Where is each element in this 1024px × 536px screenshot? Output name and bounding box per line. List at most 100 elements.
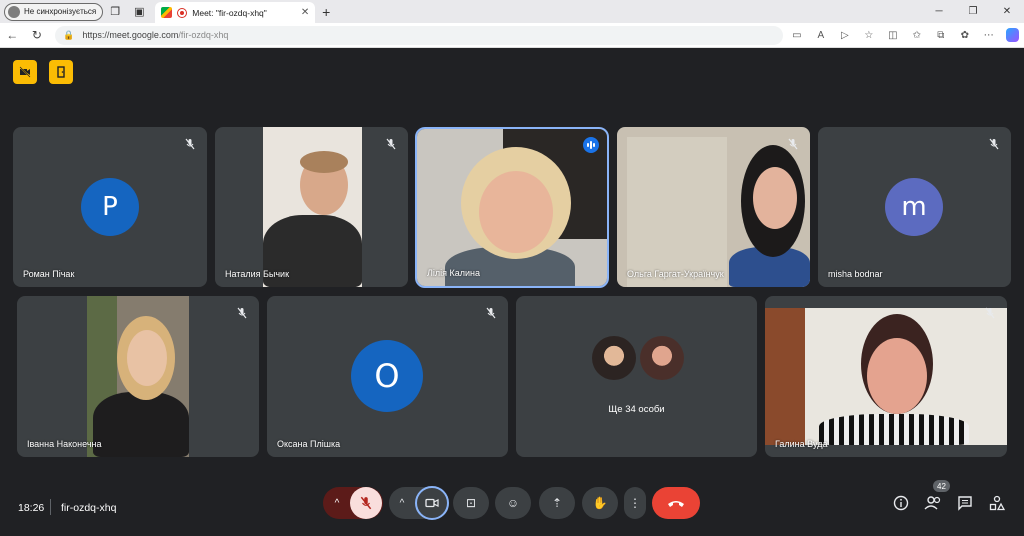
participant-tile[interactable]: Галина Вуда: [765, 296, 1007, 457]
participant-tile-active-speaker[interactable]: Лілія Калина: [415, 127, 609, 288]
participant-name: Ольга Гаргат-Українчук: [627, 269, 724, 279]
participant-name: Роман Пічак: [23, 269, 75, 279]
profile-button[interactable]: Не синхронізується: [4, 2, 104, 21]
participant-tile[interactable]: Ольга Гаргат-Українчук: [617, 127, 810, 287]
mic-options-chevron-icon[interactable]: ^: [324, 498, 350, 509]
profile-label: Не синхронізується: [24, 7, 97, 16]
mic-off-icon: [235, 306, 249, 320]
present-icon: ⇡: [551, 496, 563, 510]
favorite-star-icon[interactable]: ☆: [857, 23, 881, 48]
avatar: P: [81, 178, 139, 236]
more-options-button[interactable]: ⋮: [624, 487, 646, 519]
leave-call-button[interactable]: [652, 487, 700, 519]
camera-options-chevron-icon[interactable]: ^: [389, 498, 415, 509]
participant-video: [617, 127, 810, 287]
participant-tile[interactable]: Іванна Наконечна: [17, 296, 259, 457]
extensions-icon[interactable]: ✿: [953, 23, 977, 48]
address-bar-row: ← ↻ 🔒 https://meet.google.com/fir-ozdq-x…: [0, 23, 1024, 48]
clock: 18:26: [18, 502, 45, 514]
avatar: О: [351, 340, 423, 412]
tab-actions-icon[interactable]: ▣: [127, 2, 151, 22]
back-icon[interactable]: ←: [0, 23, 25, 48]
favorites-icon[interactable]: ✩: [905, 23, 929, 48]
raise-hand-button[interactable]: ✋: [582, 487, 618, 519]
people-icon[interactable]: [923, 493, 943, 513]
present-screen-button[interactable]: ⇡: [539, 487, 575, 519]
chat-icon[interactable]: [955, 493, 975, 513]
recording-icon: [177, 7, 188, 18]
participant-tile[interactable]: P Роман Пічак: [13, 127, 207, 287]
more-participants-avatars: [592, 336, 684, 380]
maximize-icon[interactable]: ❐: [956, 0, 990, 23]
reactions-button[interactable]: ☺: [495, 487, 531, 519]
people-count-badge: 42: [933, 480, 950, 492]
close-window-icon[interactable]: ✕: [990, 0, 1024, 23]
browser-tab-bar: Не синхронізується ❐ ▣ Meet: "fir-ozdq-x…: [0, 0, 1024, 23]
lock-icon[interactable]: 🔒: [63, 30, 74, 41]
minimize-icon[interactable]: ─: [922, 0, 956, 23]
participant-tile[interactable]: Наталия Бычик: [215, 127, 408, 287]
more-participants-label: Ще 34 особи: [608, 404, 665, 415]
url-host: https://meet.google.com: [82, 30, 179, 40]
door-icon[interactable]: [49, 60, 73, 84]
participant-name: Іванна Наконечна: [27, 439, 102, 449]
more-vert-icon: ⋮: [629, 496, 641, 510]
tab-meet[interactable]: Meet: "fir-ozdq-xhq" ✕: [155, 2, 316, 23]
mic-off-icon: [786, 137, 800, 151]
participant-video: [765, 308, 1007, 445]
participant-video: [263, 127, 362, 287]
participant-name: Галина Вуда: [775, 439, 828, 449]
meeting-info-icon[interactable]: [891, 493, 911, 513]
participant-video: [87, 296, 189, 457]
hang-up-icon: [668, 501, 684, 507]
mic-off-icon: [360, 496, 372, 510]
mic-off-icon: [384, 137, 398, 151]
meeting-controls-bar: 18:26 fir-ozdq-xhq ^ ^ ⊡ ☺ ⇡ ✋ ⋮ 42: [0, 480, 1024, 536]
captions-icon: ⊡: [465, 496, 477, 510]
participant-video: [417, 129, 607, 286]
camera-control-group: ^: [389, 486, 449, 520]
participant-tile[interactable]: m misha bodnar: [818, 127, 1011, 287]
reload-icon[interactable]: ↻: [25, 23, 50, 48]
tab-title: Meet: "fir-ozdq-xhq": [192, 7, 267, 18]
collections-icon[interactable]: ❐: [103, 2, 127, 22]
participant-name: misha bodnar: [828, 269, 883, 279]
meeting-code: fir-ozdq-xhq: [61, 502, 117, 514]
meet-stage: P Роман Пічак Наталия Бычик Лілія Калина: [0, 48, 1024, 536]
camera-in-use-icon[interactable]: ▭: [785, 23, 809, 48]
copilot-icon[interactable]: [1005, 28, 1020, 42]
new-tab-button[interactable]: +: [315, 4, 337, 20]
mic-off-icon: [484, 306, 498, 320]
participant-name: Лілія Калина: [427, 268, 481, 278]
activities-icon[interactable]: [987, 493, 1007, 513]
window-controls: ─ ❐ ✕: [922, 0, 1024, 23]
mic-off-icon: [987, 137, 1001, 151]
hand-icon: ✋: [592, 496, 608, 510]
video-off-warning-icon[interactable]: [13, 60, 37, 84]
meet-favicon-icon: [161, 7, 173, 18]
participant-name: Наталия Бычик: [225, 269, 290, 279]
media-icon[interactable]: ▷: [833, 23, 857, 48]
speaking-indicator-icon: [583, 137, 599, 153]
mic-off-icon: [983, 306, 997, 320]
avatar: m: [885, 178, 943, 236]
mic-off-icon: [183, 137, 197, 151]
microphone-off-button[interactable]: [350, 487, 382, 519]
url-field[interactable]: 🔒 https://meet.google.com/fir-ozdq-xhq: [55, 25, 783, 45]
camera-button[interactable]: [415, 486, 449, 520]
url-path: /fir-ozdq-xhq: [178, 30, 229, 40]
read-aloud-icon[interactable]: A: [809, 23, 833, 48]
divider: [50, 499, 51, 515]
more-participants-tile[interactable]: Ще 34 особи: [516, 296, 757, 457]
participant-tile[interactable]: О Оксана Плішка: [267, 296, 508, 457]
participant-name: Оксана Плішка: [277, 439, 341, 449]
microphone-control-group: ^: [323, 487, 383, 519]
tab-close-icon[interactable]: ✕: [301, 7, 309, 18]
split-screen-icon[interactable]: ◫: [881, 23, 905, 48]
emoji-icon: ☺: [506, 496, 520, 510]
camera-icon: [425, 498, 439, 508]
more-icon[interactable]: ⋯: [977, 23, 1001, 48]
captions-button[interactable]: ⊡: [453, 487, 489, 519]
collections-toolbar-icon[interactable]: ⧉: [929, 23, 953, 48]
profile-avatar-icon: [8, 5, 20, 18]
